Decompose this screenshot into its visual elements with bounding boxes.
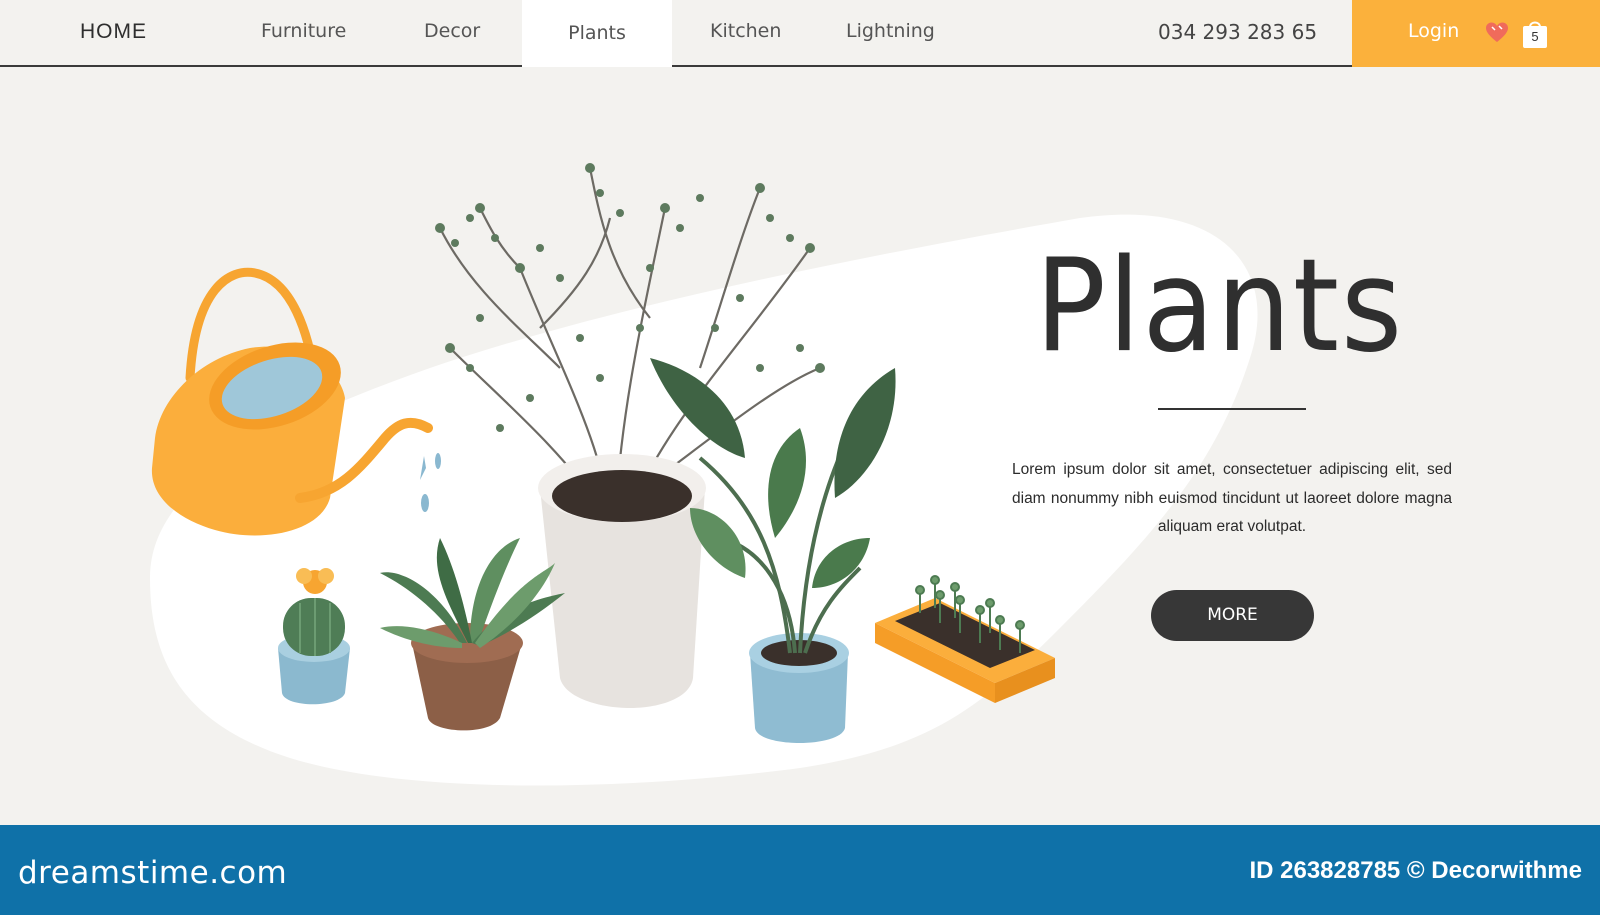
brown-pot-plant <box>380 538 565 731</box>
seedling-planter-box <box>875 575 1055 703</box>
hero-description: Lorem ipsum dolor sit amet, consectetuer… <box>1012 461 1452 535</box>
watering-can-illustration <box>151 267 441 536</box>
more-button[interactable]: MORE <box>1151 590 1314 641</box>
phone-number: 034 293 283 65 <box>1158 20 1318 44</box>
hero-title: Plants <box>1035 232 1435 381</box>
top-navigation: HOME Furniture Decor Plants Kitchen Ligh… <box>0 0 1600 67</box>
shopping-bag-icon[interactable]: 5 <box>1520 17 1550 49</box>
cactus-plant <box>278 568 350 705</box>
nav-item-lightning[interactable]: Lightning <box>846 20 935 42</box>
large-white-pot <box>538 454 706 708</box>
stock-footer-bar: dreamstime.com ID 263828785 © Decorwithm… <box>0 825 1600 915</box>
hero-divider <box>1158 408 1306 410</box>
nav-item-kitchen[interactable]: Kitchen <box>710 20 781 42</box>
heart-icon[interactable] <box>1484 20 1510 46</box>
login-button[interactable]: Login <box>1408 20 1459 42</box>
dreamstime-logo: dreamstime.com <box>18 855 288 891</box>
login-area: Login 5 <box>1352 0 1600 67</box>
plants-illustration <box>151 163 1055 743</box>
hero-title-text: Plants <box>1035 232 1405 381</box>
nav-item-plants[interactable]: Plants <box>522 0 672 67</box>
nav-item-decor[interactable]: Decor <box>424 20 480 42</box>
cart-count-badge: 5 <box>1531 29 1539 44</box>
nav-item-furniture[interactable]: Furniture <box>261 20 346 42</box>
image-credit: ID 263828785 © Decorwithme <box>1249 857 1582 884</box>
nav-home-link[interactable]: HOME <box>80 20 147 44</box>
